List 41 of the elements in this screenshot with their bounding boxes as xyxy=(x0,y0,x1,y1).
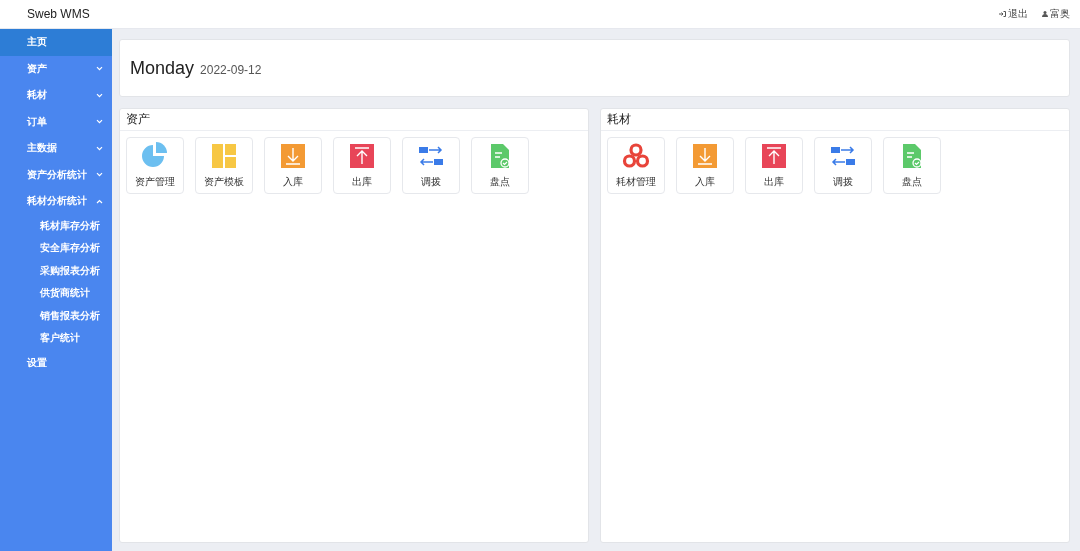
sidebar-subitem[interactable]: 耗材库存分析 xyxy=(0,214,112,237)
app-title: Sweb WMS xyxy=(27,7,90,21)
date-text: 2022-09-12 xyxy=(200,63,262,77)
logout-icon xyxy=(999,11,1006,17)
download-icon xyxy=(691,142,719,170)
sidebar-item[interactable]: 设置 xyxy=(0,349,112,376)
sidebar-subitem[interactable]: 销售报表分析 xyxy=(0,304,112,327)
pie-chart-icon xyxy=(141,142,169,170)
sidebar-item[interactable]: 主页 xyxy=(0,29,112,56)
shortcut-tile[interactable]: 出库 xyxy=(333,137,391,194)
sidebar-item[interactable]: 资产 xyxy=(0,55,112,82)
shortcut-tile[interactable]: 入库 xyxy=(264,137,322,194)
shortcut-tile[interactable]: 盘点 xyxy=(471,137,529,194)
sidebar-item[interactable]: 资产分析统计 xyxy=(0,161,112,188)
sidebar-item[interactable]: 订单 xyxy=(0,108,112,135)
shortcut-tile[interactable]: 调拨 xyxy=(814,137,872,194)
user-link[interactable]: 富奥 xyxy=(1042,7,1070,21)
upload-icon xyxy=(760,142,788,170)
panel-title: 资产 xyxy=(120,109,588,131)
sidebar-subitem[interactable]: 供货商统计 xyxy=(0,282,112,305)
shortcut-tile[interactable]: 资产管理 xyxy=(126,137,184,194)
sidebar-subitem[interactable]: 安全库存分析 xyxy=(0,237,112,260)
sidebar-subitem[interactable]: 采购报表分析 xyxy=(0,259,112,282)
shortcut-tile[interactable]: 出库 xyxy=(745,137,803,194)
sidebar-item[interactable]: 主数据 xyxy=(0,135,112,162)
three-circles-icon xyxy=(622,142,650,170)
shortcut-tile[interactable]: 耗材管理 xyxy=(607,137,665,194)
shortcut-tile[interactable]: 调拨 xyxy=(402,137,460,194)
sidebar-subitem[interactable]: 客户统计 xyxy=(0,327,112,350)
shortcut-tile[interactable]: 入库 xyxy=(676,137,734,194)
grid-layout-icon xyxy=(210,142,238,170)
sidebar-item[interactable]: 耗材分析统计 xyxy=(0,188,112,215)
weekday-text: Monday xyxy=(130,57,195,79)
download-icon xyxy=(279,142,307,170)
user-icon xyxy=(1042,11,1048,17)
sidebar-item[interactable]: 耗材 xyxy=(0,82,112,109)
shortcut-tile[interactable]: 盘点 xyxy=(883,137,941,194)
logout-link[interactable]: 退出 xyxy=(999,7,1028,21)
upload-icon xyxy=(348,142,376,170)
shortcut-tile[interactable]: 资产模板 xyxy=(195,137,253,194)
panel-title: 耗材 xyxy=(601,109,1069,131)
